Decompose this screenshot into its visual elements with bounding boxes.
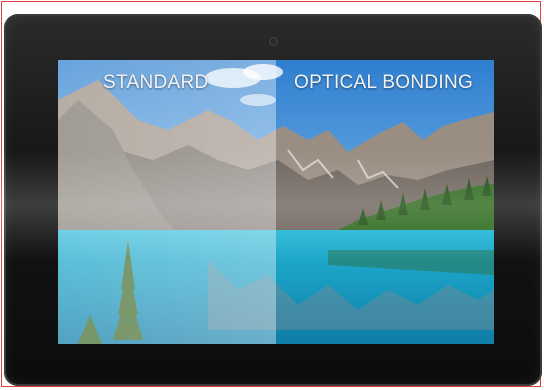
standard-label: STANDARD [103, 72, 209, 93]
landscape-image [58, 60, 494, 344]
standard-haze [58, 60, 276, 344]
optical-bonding-label: OPTICAL BONDING [294, 72, 474, 93]
tablet-screen: STANDARD OPTICAL BONDING [58, 60, 494, 344]
front-camera-icon [270, 38, 277, 45]
